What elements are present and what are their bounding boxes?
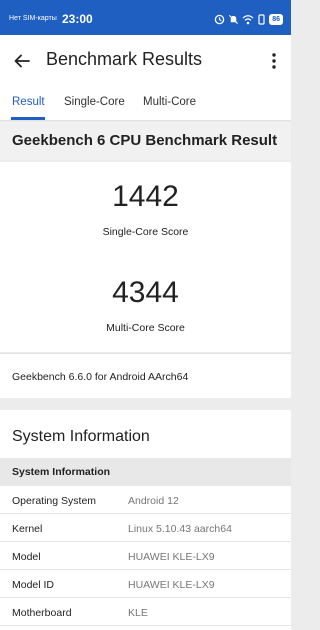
row-value: Android 12 — [128, 495, 179, 507]
multi-core-label: Multi-Core Score — [106, 322, 185, 334]
version-row: Geekbench 6.6.0 for Android AArch64 — [0, 353, 291, 398]
single-core-score: 1442 — [112, 180, 179, 213]
wifi-icon — [242, 14, 254, 24]
table-row: Operating System Android 12 — [0, 486, 291, 514]
vibrate-icon — [258, 13, 265, 25]
tab-multi-core[interactable]: Multi-Core — [143, 96, 196, 108]
system-information-card: System Information System Information Op… — [0, 410, 291, 630]
system-information-subheader: System Information — [0, 458, 291, 486]
row-key: Model ID — [12, 579, 55, 591]
status-time: 23:00 — [62, 12, 93, 26]
row-key: Model — [12, 551, 41, 563]
row-value: Linux 5.10.43 aarch64 — [128, 523, 232, 535]
status-icons: 86 — [214, 12, 283, 26]
table-row: Kernel Linux 5.10.43 aarch64 — [0, 514, 291, 542]
carrier-label: Нет SIM-карты — [9, 15, 57, 22]
benchmark-header: Geekbench 6 CPU Benchmark Result — [0, 122, 291, 160]
table-row: Model ID HUAWEI KLE-LX9 — [0, 570, 291, 598]
tab-single-core[interactable]: Single-Core — [64, 96, 125, 108]
single-core-label: Single-Core Score — [102, 226, 189, 238]
multi-core-score: 4344 — [112, 276, 179, 309]
row-value: HUAWEI KLE-LX9 — [128, 579, 215, 591]
benchmark-title: Geekbench 6 CPU Benchmark Result — [12, 132, 278, 149]
mute-icon — [229, 14, 239, 24]
active-tab-indicator — [11, 117, 45, 120]
arrow-left-icon[interactable] — [12, 51, 32, 71]
row-value: HUAWEI KLE-LX9 — [128, 551, 215, 563]
data-saver-icon — [214, 14, 225, 24]
status-bar: Нет SIM-карты 23:00 86 — [0, 0, 291, 35]
row-key: Kernel — [12, 523, 43, 535]
app-bar: Benchmark Results — [0, 35, 291, 87]
battery-icon: 86 — [269, 13, 283, 25]
subheader-label: System Information — [12, 466, 111, 478]
tab-bar: Result Single-Core Multi-Core — [0, 87, 291, 121]
page-title: Benchmark Results — [46, 49, 203, 69]
more-vertical-icon[interactable] — [267, 51, 281, 71]
table-row: Motherboard KLE — [0, 598, 291, 626]
system-information-title: System Information — [12, 428, 150, 445]
tab-result[interactable]: Result — [12, 96, 45, 108]
row-key: Motherboard — [12, 607, 72, 619]
row-value: KLE — [128, 607, 148, 619]
scores-card: 1442 Single-Core Score 4344 Multi-Core S… — [0, 162, 291, 352]
geekbench-version: Geekbench 6.6.0 for Android AArch64 — [12, 371, 189, 383]
row-key: Operating System — [12, 495, 97, 507]
table-row: Model HUAWEI KLE-LX9 — [0, 542, 291, 570]
